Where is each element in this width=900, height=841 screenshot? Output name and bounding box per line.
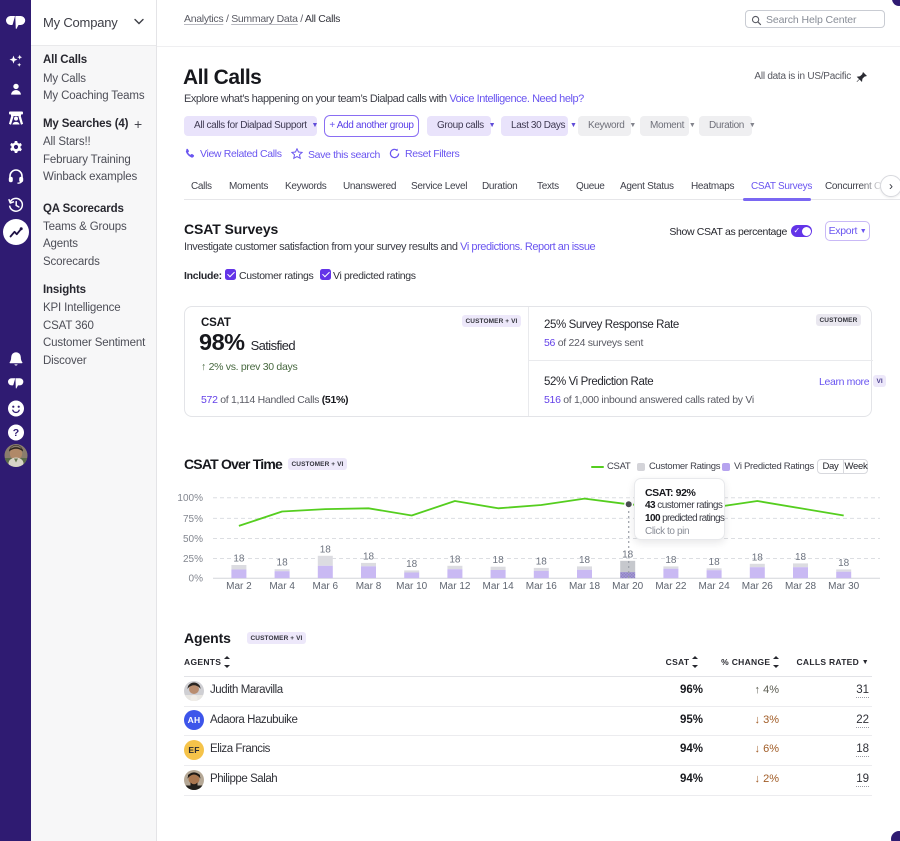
svg-text:Mar 20: Mar 20 xyxy=(612,581,644,592)
svg-text:Mar 16: Mar 16 xyxy=(526,581,558,592)
svg-text:50%: 50% xyxy=(183,534,203,545)
svg-text:100%: 100% xyxy=(177,493,203,504)
svg-text:18: 18 xyxy=(493,555,505,566)
svg-text:18: 18 xyxy=(406,559,418,570)
svg-text:75%: 75% xyxy=(183,514,203,525)
svg-text:Mar 8: Mar 8 xyxy=(356,581,382,592)
svg-text:?: ? xyxy=(12,427,18,439)
svg-text:18: 18 xyxy=(536,556,548,567)
svg-text:Mar 22: Mar 22 xyxy=(655,581,687,592)
svg-text:Mar 6: Mar 6 xyxy=(313,581,339,592)
svg-text:18: 18 xyxy=(838,558,850,569)
svg-text:18: 18 xyxy=(665,555,677,566)
svg-text:18: 18 xyxy=(277,558,289,569)
svg-text:Mar 26: Mar 26 xyxy=(742,581,774,592)
svg-text:18: 18 xyxy=(363,551,375,562)
svg-text:18: 18 xyxy=(579,555,591,566)
svg-text:Mar 14: Mar 14 xyxy=(483,581,515,592)
svg-text:Mar 12: Mar 12 xyxy=(439,581,471,592)
svg-text:0%: 0% xyxy=(189,574,204,585)
svg-text:18: 18 xyxy=(622,549,634,560)
svg-text:18: 18 xyxy=(449,554,461,565)
svg-text:Mar 4: Mar 4 xyxy=(269,581,295,592)
svg-text:Mar 28: Mar 28 xyxy=(785,581,817,592)
svg-text:18: 18 xyxy=(795,552,807,563)
svg-text:25%: 25% xyxy=(183,554,203,565)
svg-text:Mar 24: Mar 24 xyxy=(699,581,731,592)
svg-text:Mar 30: Mar 30 xyxy=(828,581,860,592)
svg-text:Mar 2: Mar 2 xyxy=(226,581,252,592)
svg-text:18: 18 xyxy=(233,554,245,565)
svg-text:18: 18 xyxy=(709,557,721,568)
svg-text:Mar 18: Mar 18 xyxy=(569,581,601,592)
svg-text:18: 18 xyxy=(320,544,332,555)
svg-text:Mar 10: Mar 10 xyxy=(396,581,428,592)
svg-text:18: 18 xyxy=(752,552,764,563)
